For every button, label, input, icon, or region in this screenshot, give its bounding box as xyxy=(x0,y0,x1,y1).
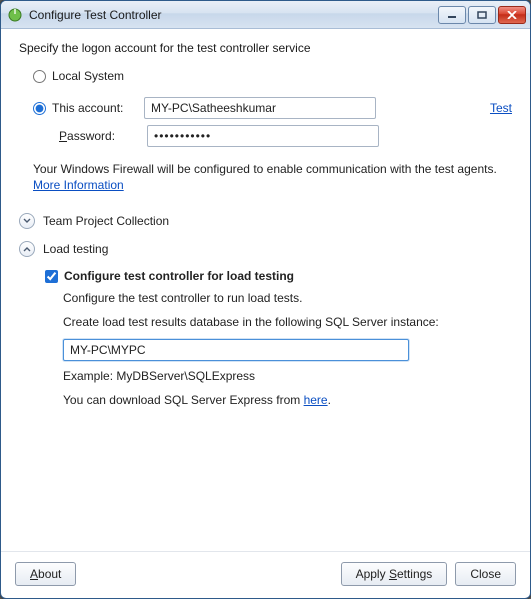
expander-load-label: Load testing xyxy=(43,242,108,256)
sql-instance-input[interactable] xyxy=(63,339,409,361)
configure-load-checkbox-row[interactable]: Configure test controller for load testi… xyxy=(45,269,512,283)
account-input[interactable] xyxy=(144,97,376,119)
radio-local-system-label: Local System xyxy=(52,69,124,83)
sql-prompt: Create load test results database in the… xyxy=(63,315,512,329)
radio-local-system[interactable]: Local System xyxy=(33,69,512,83)
firewall-note-text: Your Windows Firewall will be configured… xyxy=(33,162,497,176)
radio-local-system-input[interactable] xyxy=(33,70,46,83)
sql-download-link[interactable]: here xyxy=(304,393,328,407)
expander-team-project-collection[interactable]: Team Project Collection xyxy=(19,213,512,229)
content-area: Specify the logon account for the test c… xyxy=(1,29,530,551)
test-link[interactable]: Test xyxy=(490,101,512,115)
firewall-note: Your Windows Firewall will be configured… xyxy=(33,161,512,193)
password-label: Password: xyxy=(53,129,137,143)
chevron-up-icon xyxy=(19,241,35,257)
expander-load-testing[interactable]: Load testing xyxy=(19,241,512,257)
radio-this-account-label: This account: xyxy=(52,101,138,115)
footer: About Apply Settings Close xyxy=(1,551,530,598)
window-title: Configure Test Controller xyxy=(29,8,438,22)
configure-load-checkbox[interactable] xyxy=(45,270,58,283)
configure-load-label: Configure test controller for load testi… xyxy=(64,269,294,283)
load-testing-panel: Configure test controller for load testi… xyxy=(45,269,512,417)
radio-this-account-row: This account: Test xyxy=(33,97,512,119)
about-button[interactable]: About xyxy=(15,562,76,586)
close-button[interactable]: Close xyxy=(455,562,516,586)
app-icon xyxy=(7,7,23,23)
logon-heading: Specify the logon account for the test c… xyxy=(19,41,512,55)
more-info-link[interactable]: More Information xyxy=(33,178,124,192)
maximize-button[interactable] xyxy=(468,6,496,24)
sql-example: Example: MyDBServer\SQLExpress xyxy=(63,369,512,383)
minimize-button[interactable] xyxy=(438,6,466,24)
chevron-down-icon xyxy=(19,213,35,229)
expander-tpc-label: Team Project Collection xyxy=(43,214,169,228)
sql-download-line: You can download SQL Server Express from… xyxy=(63,393,512,407)
load-desc: Configure the test controller to run loa… xyxy=(63,291,512,305)
sql-download-pre: You can download SQL Server Express from xyxy=(63,393,304,407)
password-row: Password: xyxy=(53,125,512,147)
sql-download-post: . xyxy=(328,393,331,407)
apply-settings-button[interactable]: Apply Settings xyxy=(341,562,448,586)
titlebar[interactable]: Configure Test Controller xyxy=(1,1,530,29)
close-window-button[interactable] xyxy=(498,6,526,24)
radio-this-account-input[interactable] xyxy=(33,102,46,115)
window-frame: Configure Test Controller Specify the lo… xyxy=(0,0,531,599)
password-input[interactable] xyxy=(147,125,379,147)
